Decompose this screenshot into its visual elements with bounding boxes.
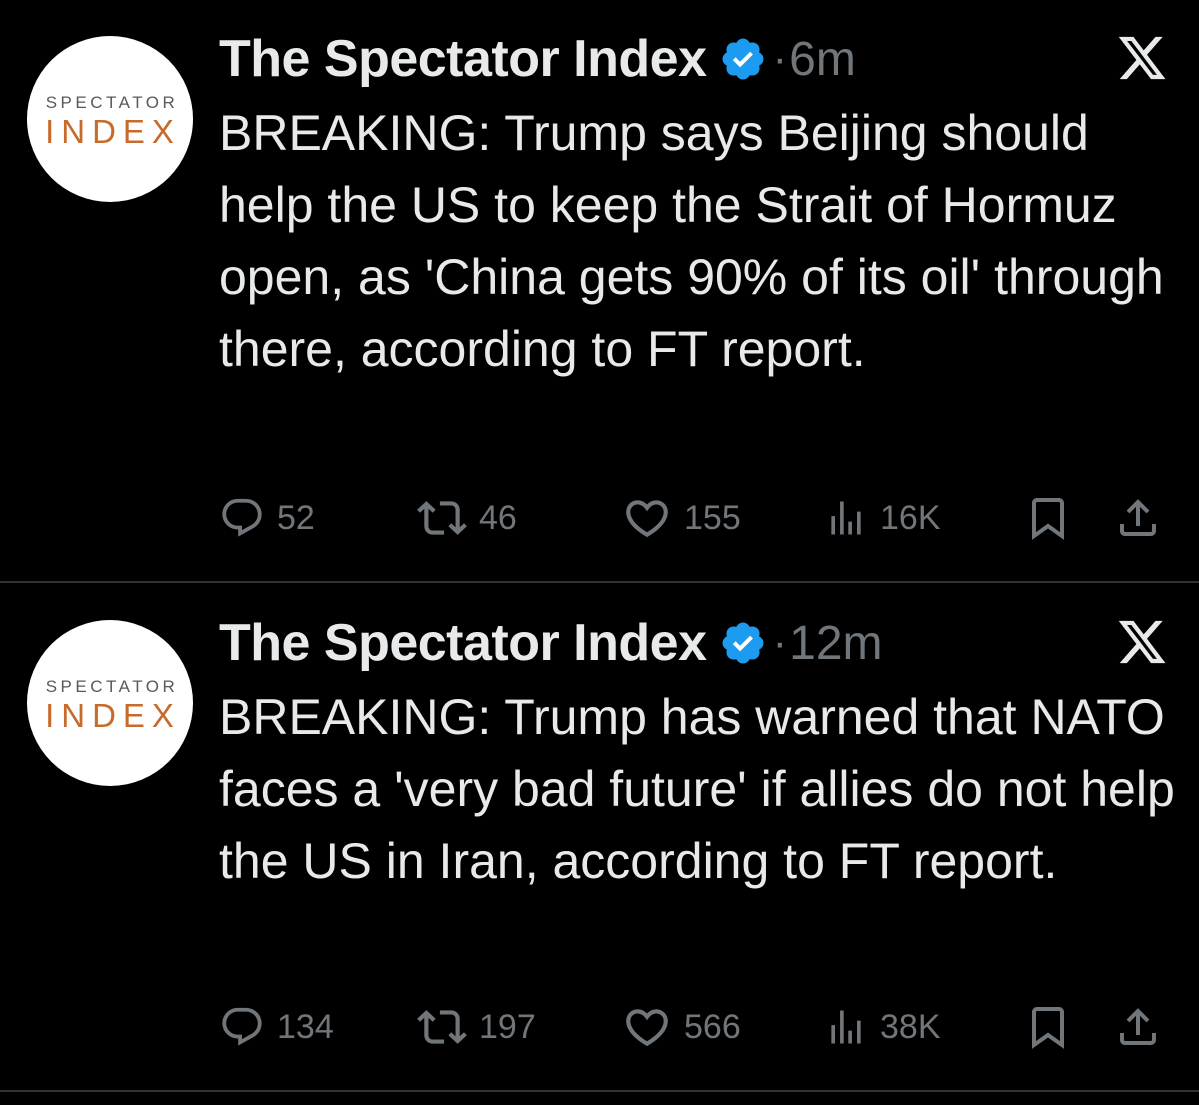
timestamp[interactable]: 12m [789,616,882,671]
avatar-logo-line2: INDEX [45,113,181,150]
tweet-actions: 52 46 155 16K [219,493,1169,543]
views-button[interactable]: 38K [824,1002,941,1052]
header-separator: · [772,618,788,667]
like-button[interactable]: 566 [622,1002,741,1052]
bookmark-button[interactable] [1024,1002,1072,1052]
repost-button[interactable]: 197 [417,1002,536,1052]
header-separator: · [772,34,788,83]
avatar-logo-line1: SPECTATOR [45,677,179,696]
views-count: 38K [880,1007,941,1046]
like-button[interactable]: 155 [622,493,741,543]
avatar[interactable]: SPECTATOR INDEX [27,36,193,202]
tweet-1[interactable]: SPECTATOR INDEX The Spectator Index · 6m… [0,0,1199,582]
reply-button[interactable]: 52 [219,493,315,543]
tweet-divider [0,1090,1199,1092]
author-name[interactable]: The Spectator Index [219,29,707,89]
avatar-logo-line1: SPECTATOR [45,93,179,112]
timestamp[interactable]: 6m [789,32,856,87]
x-logo-icon [1118,36,1166,80]
avatar[interactable]: SPECTATOR INDEX [27,620,193,786]
bookmark-icon [1032,498,1064,540]
repost-button[interactable]: 46 [417,493,517,543]
tweet-actions: 134 197 566 38K [219,1002,1169,1052]
author-name[interactable]: The Spectator Index [219,613,707,673]
share-icon [1120,499,1156,536]
reply-count: 134 [277,1007,334,1046]
tweet-header: The Spectator Index · 12m [219,612,883,674]
views-icon [831,1010,861,1044]
views-icon [831,501,861,535]
views-button[interactable]: 16K [824,493,941,543]
bookmark-icon [1032,1007,1064,1049]
avatar-logo-line2: INDEX [45,697,181,734]
tweet-text: BREAKING: Trump has warned that NATO fac… [219,689,1175,889]
share-button[interactable] [1114,1002,1162,1052]
share-icon [1120,1008,1156,1045]
tweet-2[interactable]: SPECTATOR INDEX The Spectator Index · 12… [0,584,1199,1092]
like-count: 155 [684,498,741,537]
like-icon [626,1009,668,1047]
like-count: 566 [684,1007,741,1046]
tweet-divider [0,581,1199,583]
like-icon [626,500,668,538]
share-button[interactable] [1114,493,1162,543]
verified-badge-icon [722,622,763,664]
tweet-header: The Spectator Index · 6m [219,28,856,90]
timeline-feed: SPECTATOR INDEX The Spectator Index · 6m… [0,0,1199,1105]
verified-badge-icon [722,38,763,80]
bookmark-button[interactable] [1024,493,1072,543]
reply-count: 52 [277,498,315,537]
repost-count: 46 [479,498,517,537]
reply-button[interactable]: 134 [219,1002,334,1052]
tweet-text: BREAKING: Trump says Beijing should help… [219,105,1164,377]
views-count: 16K [880,498,941,537]
repost-icon [417,501,467,535]
repost-count: 197 [479,1007,536,1046]
repost-icon [417,1010,467,1044]
reply-icon [222,498,262,537]
x-logo-icon [1118,620,1166,664]
reply-icon [222,1007,262,1046]
